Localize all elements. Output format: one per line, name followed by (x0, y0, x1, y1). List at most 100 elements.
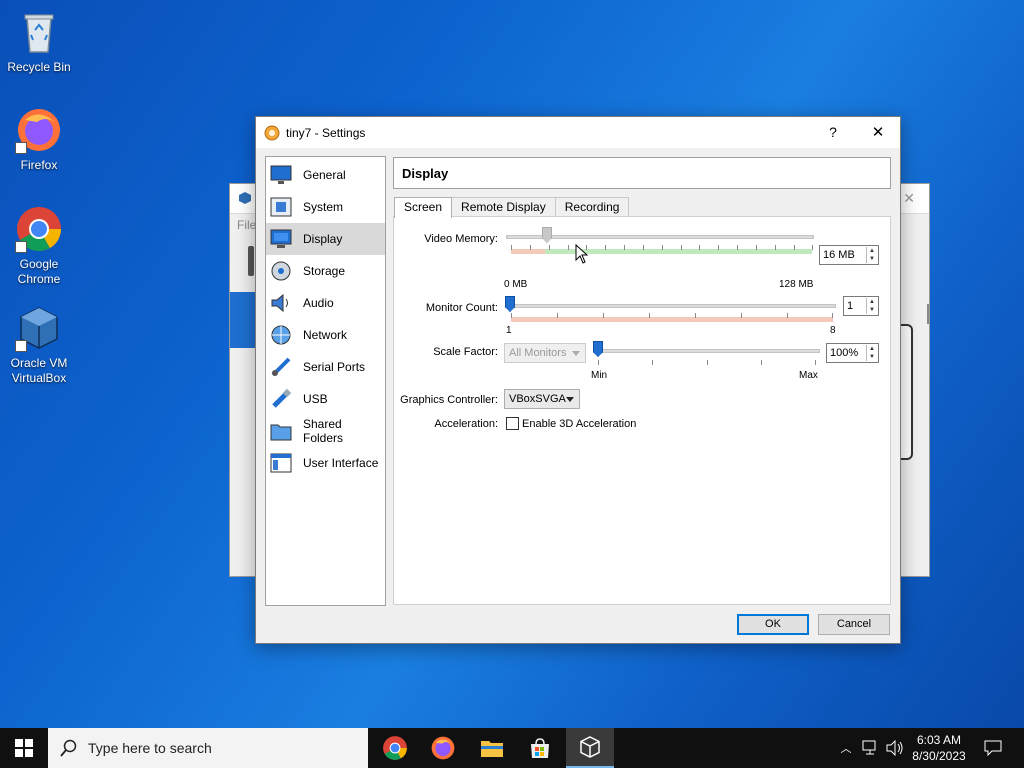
taskbar-app-file-explorer[interactable] (468, 728, 516, 768)
cancel-button[interactable]: Cancel (818, 614, 890, 635)
desktop-icon-firefox[interactable]: Firefox (1, 106, 77, 173)
sidebar-item-storage[interactable]: Storage (266, 255, 385, 287)
taskbar-app-store[interactable] (516, 728, 564, 768)
dialog-titlebar[interactable]: tiny7 - Settings ? ✕ (256, 117, 900, 148)
speaker-icon (269, 291, 293, 315)
desktop-icon-virtualbox[interactable]: Oracle VM VirtualBox (1, 304, 77, 386)
tab-bar: Screen Remote Display Recording (394, 197, 630, 218)
video-memory-spinbox[interactable]: 16 MB ▲ ▼ (819, 245, 879, 265)
display-icon (269, 227, 293, 251)
scale-factor-label: Scale Factor: (433, 346, 498, 358)
chevron-down-icon (572, 351, 580, 356)
scale-factor-slider-track[interactable] (594, 349, 820, 353)
tab-screen[interactable]: Screen (394, 197, 453, 218)
clock-time: 6:03 AM (916, 733, 962, 747)
taskbar: Type here to search ︿ 6:03 AM 8/30/2023 (0, 728, 1024, 768)
menu-file[interactable]: File (237, 218, 256, 232)
screen-tab-panel: Video Memory: 0 MB 128 MB 16 MB ▲ ▼ Monit… (393, 216, 891, 605)
network-tray-button[interactable] (860, 728, 882, 768)
enable-3d-acceleration-checkbox[interactable] (506, 417, 519, 430)
taskbar-app-chrome[interactable] (371, 728, 419, 768)
sidebar-item-label: General (303, 168, 346, 182)
taskbar-clock[interactable]: 6:03 AM 8/30/2023 (900, 732, 978, 764)
file-explorer-icon (481, 741, 503, 757)
video-memory-slider-handle[interactable] (542, 227, 552, 243)
sidebar-item-system[interactable]: System (266, 191, 385, 223)
sidebar-item-general[interactable]: General (266, 159, 385, 191)
scale-factor-spinbox[interactable]: 100% ▲ ▼ (826, 343, 879, 363)
monitor-count-label: Monitor Count: (425, 302, 498, 314)
monitor-count-max-label: 8 (830, 325, 836, 336)
tab-remote-display[interactable]: Remote Display (451, 197, 556, 217)
show-hidden-icons-button[interactable]: ︿ (838, 728, 854, 768)
sidebar-item-network[interactable]: Network (266, 319, 385, 351)
taskbar-search-box[interactable]: Type here to search (48, 728, 368, 768)
monitor-count-slider-handle[interactable] (505, 296, 515, 312)
store-icon (531, 738, 549, 758)
settings-dialog[interactable]: tiny7 - Settings ? ✕ General System Disp… (255, 116, 901, 644)
tab-recording[interactable]: Recording (554, 197, 630, 217)
chip-icon (269, 195, 293, 219)
desktop-icon-recycle-bin[interactable]: Recycle Bin (1, 8, 77, 75)
firefox-icon (431, 736, 455, 760)
sidebar-item-label: USB (303, 392, 328, 406)
scale-factor-min-label: Min (591, 370, 608, 381)
desktop-icon-google-chrome[interactable]: Google Chrome (1, 205, 77, 287)
settings-sidebar: General System Display Storage Audio Net… (265, 156, 386, 606)
clock-date: 8/30/2023 (912, 749, 966, 763)
notifications-button[interactable] (976, 728, 1010, 768)
video-memory-label: Video Memory: (424, 233, 498, 245)
disk-icon (269, 259, 293, 283)
scale-factor-value: 100% (830, 347, 859, 359)
sidebar-item-shared-folders[interactable]: Shared Folders (266, 415, 385, 447)
sidebar-item-usb[interactable]: USB (266, 383, 385, 415)
serial-port-icon (269, 355, 293, 379)
spin-arrows-icon[interactable]: ▲ ▼ (866, 298, 877, 314)
folder-icon (269, 419, 293, 443)
scale-factor-slider-handle[interactable] (593, 341, 603, 357)
graphics-controller-value: VBoxSVGA (509, 393, 566, 405)
recycle-bin-icon (15, 8, 63, 56)
scale-monitors-combo-value: All Monitors (509, 347, 567, 359)
monitor-count-slider-track[interactable] (506, 304, 836, 308)
sidebar-item-label: Network (303, 328, 348, 342)
monitor-count-spinbox[interactable]: 1 ▲ ▼ (843, 296, 879, 316)
preview-frame (901, 324, 913, 460)
start-button[interactable] (0, 728, 48, 768)
close-icon[interactable]: ✕ (903, 190, 915, 207)
close-button[interactable]: ✕ (856, 117, 900, 148)
search-placeholder: Type here to search (88, 740, 212, 756)
chrome-icon (15, 205, 63, 253)
video-memory-slider-track[interactable] (506, 235, 814, 239)
shortcut-arrow-icon (15, 142, 27, 154)
sidebar-item-serial-ports[interactable]: Serial Ports (266, 351, 385, 383)
taskbar-app-firefox[interactable] (419, 728, 467, 768)
network-icon (269, 323, 293, 347)
search-icon (60, 739, 77, 757)
sidebar-item-label: User Interface (303, 456, 379, 470)
selected-vm-row[interactable] (230, 292, 257, 348)
dialog-title: tiny7 - Settings (286, 126, 366, 140)
spin-arrows-icon[interactable]: ▲ ▼ (866, 247, 877, 263)
monitor-count-value: 1 (847, 300, 854, 312)
sidebar-item-label: Audio (303, 296, 334, 310)
video-memory-max-label: 128 MB (779, 279, 814, 290)
sidebar-item-display[interactable]: Display (266, 223, 385, 255)
taskbar-app-virtualbox[interactable] (566, 728, 614, 768)
desktop-icon-label: Recycle Bin (7, 60, 71, 74)
scale-monitors-combo[interactable]: All Monitors (504, 343, 586, 363)
page-title: Display (393, 157, 891, 189)
enable-3d-acceleration-label[interactable]: Enable 3D Acceleration (522, 418, 636, 430)
sidebar-item-audio[interactable]: Audio (266, 287, 385, 319)
graphics-controller-combo[interactable]: VBoxSVGA (504, 389, 580, 409)
chevron-down-icon (566, 397, 574, 402)
mouse-cursor-icon (575, 244, 589, 264)
chrome-icon (383, 736, 407, 760)
graphics-controller-label: Graphics Controller: (400, 394, 498, 406)
ok-button[interactable]: OK (737, 614, 809, 635)
windows-logo-icon (15, 739, 33, 757)
sidebar-item-user-interface[interactable]: User Interface (266, 447, 385, 479)
help-button[interactable]: ? (811, 117, 855, 148)
scrollbar[interactable] (927, 304, 929, 324)
spin-arrows-icon[interactable]: ▲ ▼ (866, 345, 877, 361)
